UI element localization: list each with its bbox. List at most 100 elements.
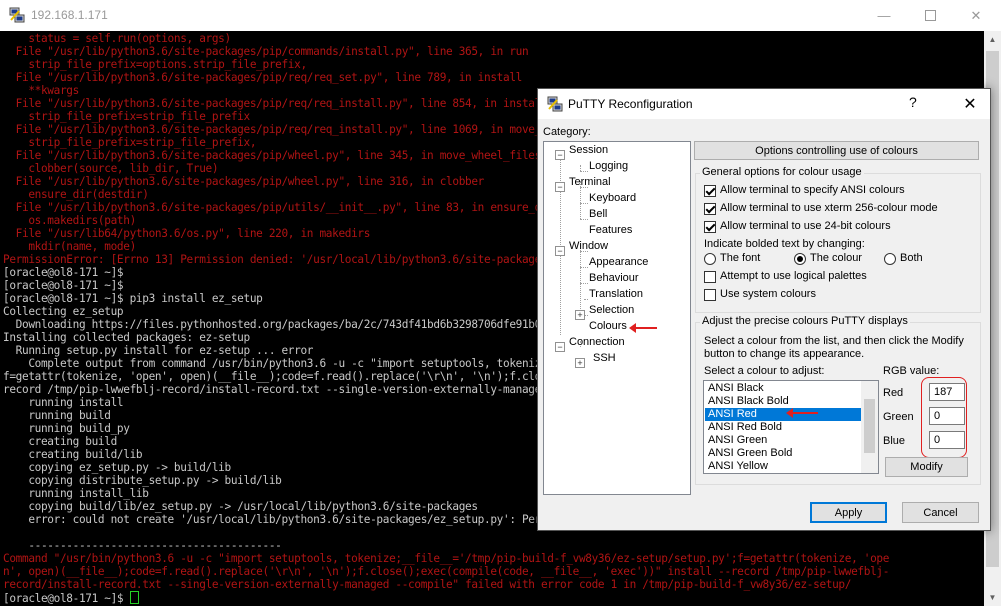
colour-list-item-selected[interactable]: ANSI Red xyxy=(705,408,861,421)
cancel-button[interactable]: Cancel xyxy=(902,502,979,523)
bold-indicate-label: Indicate bolded text by changing: xyxy=(704,238,865,250)
scroll-down-icon[interactable]: ▼ xyxy=(984,589,1001,606)
colour-list[interactable]: ANSI Black ANSI Black Bold ANSI Red ANSI… xyxy=(703,380,879,474)
help-button[interactable]: ? xyxy=(909,94,917,110)
terminal-line: copying ez_setup.py -> build/lib xyxy=(3,461,231,474)
tree-item-terminal[interactable]: Terminal xyxy=(569,176,611,188)
tree-item-selection[interactable]: Selection xyxy=(589,304,634,316)
tree-item-session[interactable]: Session xyxy=(569,144,608,156)
terminal-line: Command "/usr/bin/python3.6 -u -c "impor… xyxy=(3,552,890,565)
terminal-line: [oracle@ol8-171 ~]$ xyxy=(3,266,124,279)
close-icon: ✕ xyxy=(970,7,982,23)
adjust-description-line-1: Select a colour from the list, and then … xyxy=(704,335,964,347)
minimize-icon: — xyxy=(877,8,891,23)
collapse-terminal-icon[interactable]: − xyxy=(555,182,565,192)
modify-button[interactable]: Modify xyxy=(885,457,968,477)
terminal-prompt-line[interactable]: [oracle@ol8-171 ~]$ xyxy=(3,591,139,605)
category-label: Category: xyxy=(543,126,591,138)
terminal-line: Installing collected packages: ez-setup xyxy=(3,331,250,344)
24-bit-label: Allow terminal to use 24-bit colours xyxy=(720,220,891,232)
colour-list-item[interactable]: ANSI Yellow xyxy=(705,460,861,473)
terminal-line: n', open)(__file__);code=f.read().replac… xyxy=(3,565,890,578)
dialog-close-button[interactable]: ✕ xyxy=(950,89,990,119)
terminal-line: copying build/lib/ez_setup.py -> /usr/lo… xyxy=(3,500,478,513)
terminal-line: error: could not create '/usr/local/lib/… xyxy=(3,513,630,526)
annotation-arrow-icon xyxy=(786,408,818,418)
blue-label: Blue xyxy=(883,435,906,447)
apply-button[interactable]: Apply xyxy=(810,502,887,523)
colour-list-item[interactable]: ANSI Black Bold xyxy=(705,395,861,408)
tree-item-ssh[interactable]: SSH xyxy=(593,352,616,364)
terminal-line: running install_lib xyxy=(3,487,149,500)
system-colours-label: Use system colours xyxy=(720,288,816,300)
terminal-line: strip_file_prefix=options.strip_file_pre… xyxy=(3,58,307,71)
bold-colour-radio[interactable] xyxy=(794,253,806,265)
terminal-line: record/install-record.txt --single-versi… xyxy=(3,578,852,591)
bold-font-radio[interactable] xyxy=(704,253,716,265)
category-tree[interactable]: − Session Logging − Terminal Keyboard Be… xyxy=(543,141,691,495)
collapse-session-icon[interactable]: − xyxy=(555,150,565,160)
panel-header-button[interactable]: Options controlling use of colours xyxy=(694,141,979,160)
window-title-bar: 192.168.1.171 — ✕ xyxy=(0,0,1001,31)
tree-item-features[interactable]: Features xyxy=(589,224,632,236)
tree-item-window[interactable]: Window xyxy=(569,240,608,252)
tree-item-colours[interactable]: Colours xyxy=(589,320,627,332)
xterm-256-label: Allow terminal to use xterm 256-colour m… xyxy=(720,202,938,214)
tree-item-keyboard[interactable]: Keyboard xyxy=(589,192,636,204)
terminal-line: **kwargs xyxy=(3,84,79,97)
ansi-colours-checkbox[interactable] xyxy=(704,185,716,197)
colour-list-item[interactable]: ANSI Red Bold xyxy=(705,421,861,434)
colour-list-item[interactable]: ANSI Black xyxy=(705,382,861,395)
logical-palettes-checkbox[interactable] xyxy=(704,271,716,283)
expand-selection-icon[interactable]: + xyxy=(575,310,585,320)
minimize-button[interactable]: — xyxy=(861,0,907,31)
collapse-connection-icon[interactable]: − xyxy=(555,342,565,352)
terminal-line: mkdir(name, mode) xyxy=(3,240,136,253)
xterm-256-checkbox[interactable] xyxy=(704,203,716,215)
colour-list-item[interactable]: ANSI Green xyxy=(705,434,861,447)
tree-item-logging[interactable]: Logging xyxy=(589,160,628,172)
terminal-line: [oracle@ol8-171 ~]$ pip3 install ez_setu… xyxy=(3,292,263,305)
terminal-line: running build_py xyxy=(3,422,130,435)
collapse-window-icon[interactable]: − xyxy=(555,246,565,256)
close-icon: ✕ xyxy=(963,96,977,113)
green-label: Green xyxy=(883,411,914,423)
terminal-line: File "/usr/lib/python3.6/site-packages/p… xyxy=(3,175,485,188)
terminal-line: status = self.run(options, args) xyxy=(3,32,231,45)
putty-reconfiguration-dialog: PuTTY Reconfiguration ? ✕ Category: − Se… xyxy=(537,88,991,531)
terminal-line: os.makedirs(path) xyxy=(3,214,136,227)
24-bit-checkbox[interactable] xyxy=(704,221,716,233)
colour-list-scrollbar-thumb[interactable] xyxy=(864,399,875,453)
colour-list-item[interactable]: ANSI Green Bold xyxy=(705,447,861,460)
window-title: 192.168.1.171 xyxy=(31,8,108,22)
bold-both-label: Both xyxy=(900,252,923,264)
terminal-line: running build xyxy=(3,409,111,422)
scroll-up-icon[interactable]: ▲ xyxy=(984,31,1001,48)
logical-palettes-label: Attempt to use logical palettes xyxy=(720,270,867,282)
maximize-icon xyxy=(924,10,936,21)
putty-app-icon xyxy=(9,7,25,23)
expand-ssh-icon[interactable]: + xyxy=(575,358,585,368)
adjust-group-label: Adjust the precise colours PuTTY display… xyxy=(700,315,910,327)
terminal-line: ---------------------------------------- xyxy=(3,539,282,552)
terminal-line: clobber(source, lib_dir, True) xyxy=(3,162,219,175)
bold-font-label: The font xyxy=(720,252,761,264)
terminal-line: [oracle@ol8-171 ~]$ xyxy=(3,279,124,292)
terminal-line: File "/usr/lib/python3.6/site-packages/p… xyxy=(3,71,523,84)
tree-item-bell[interactable]: Bell xyxy=(589,208,607,220)
tree-item-translation[interactable]: Translation xyxy=(589,288,643,300)
maximize-button[interactable] xyxy=(907,0,953,31)
terminal-line: File "/usr/lib64/python3.6/os.py", line … xyxy=(3,227,371,240)
bold-both-radio[interactable] xyxy=(884,253,896,265)
close-window-button[interactable]: ✕ xyxy=(953,0,999,31)
putty-config-icon xyxy=(547,96,563,112)
tree-item-behaviour[interactable]: Behaviour xyxy=(589,272,639,284)
terminal-line: Downloading https://files.pythonhosted.o… xyxy=(3,318,624,331)
system-colours-checkbox[interactable] xyxy=(704,289,716,301)
tree-item-connection[interactable]: Connection xyxy=(569,336,625,348)
tree-item-appearance[interactable]: Appearance xyxy=(589,256,648,268)
colour-list-scrollbar[interactable] xyxy=(861,381,878,473)
terminal-line: creating build xyxy=(3,435,117,448)
rgb-value-label: RGB value: xyxy=(883,365,940,377)
terminal-line: File "/usr/lib/python3.6/site-packages/p… xyxy=(3,97,548,110)
